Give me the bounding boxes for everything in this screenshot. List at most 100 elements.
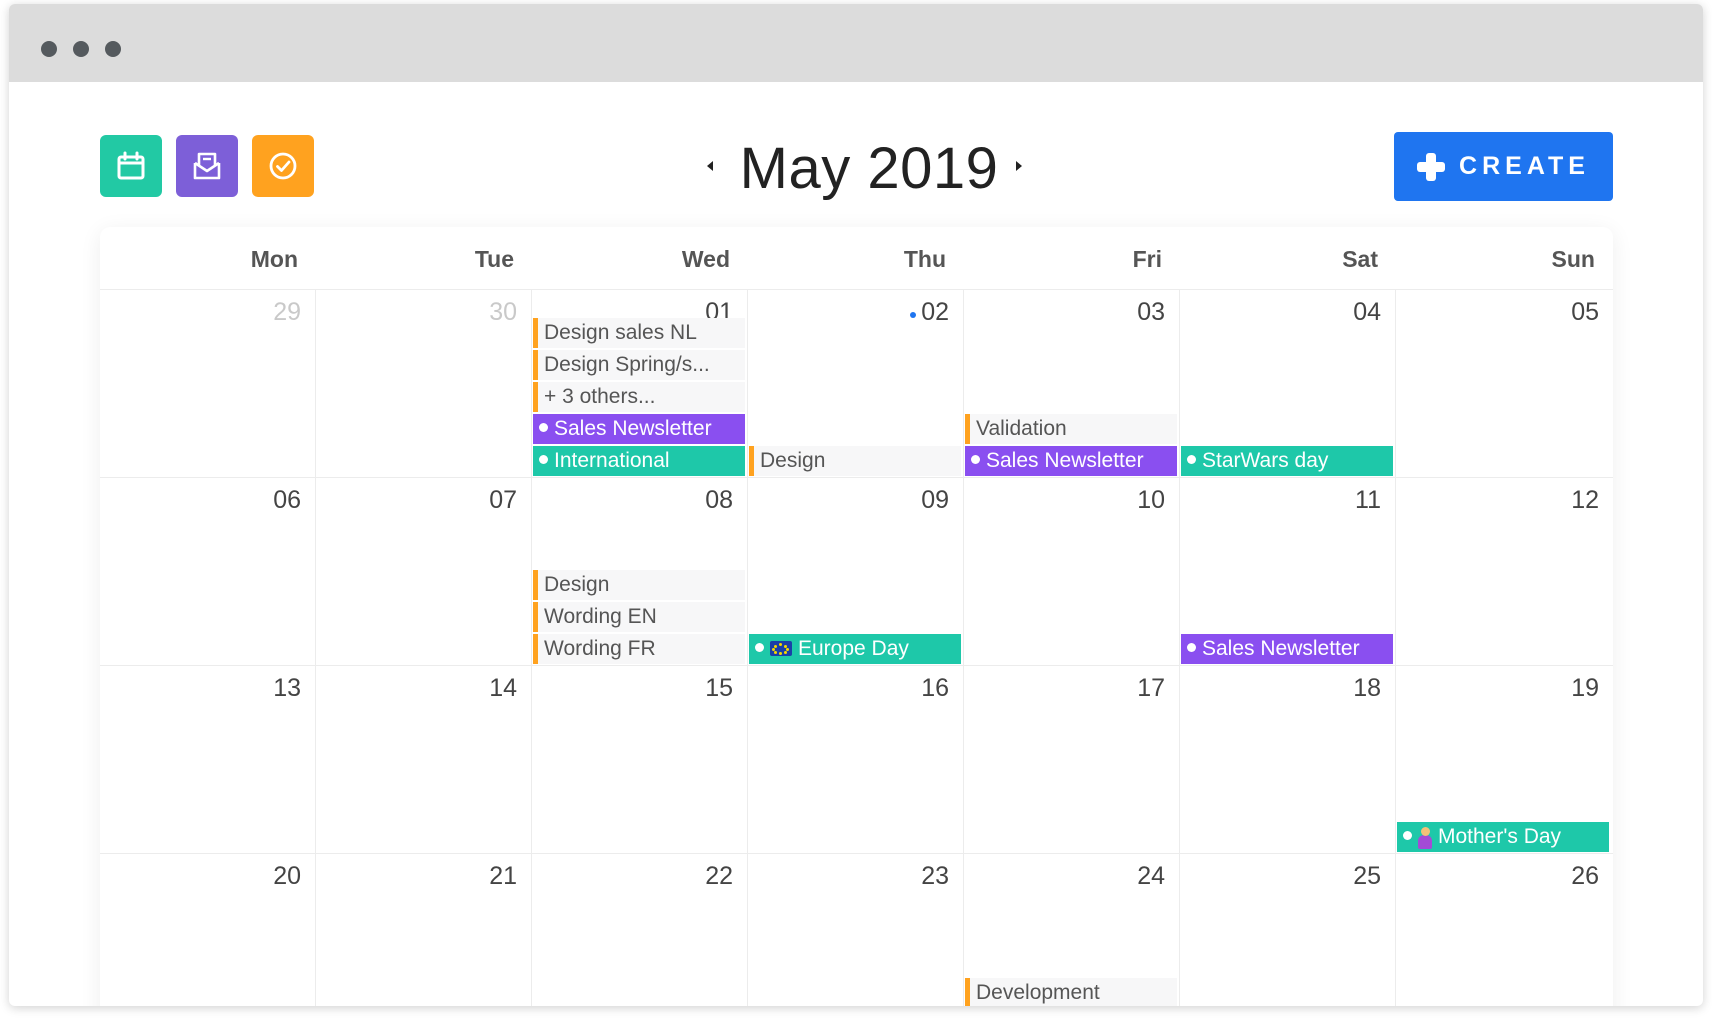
day-cell[interactable]: 24DevelopmentWording EN [964,854,1180,1006]
event-bullet-icon [971,454,980,464]
plus-icon [1417,152,1446,181]
create-button[interactable]: CREATE [1394,132,1613,201]
event-label: Design [544,573,610,596]
day-cell[interactable]: 23 [748,854,964,1006]
day-cell[interactable]: 08 Design Wording EN Wording FR [532,478,748,666]
window-maximize-dot[interactable] [105,41,121,57]
day-cell[interactable]: 17 [964,666,1180,854]
eu-flag-icon [770,640,792,656]
next-month-button[interactable] [1008,155,1030,177]
event-label: Design [760,449,826,472]
task-event[interactable]: Wording FR [533,634,745,664]
day-cell[interactable]: 14 [316,666,532,854]
day-number: 04 [1353,298,1381,326]
day-number: 03 [1137,298,1165,326]
calendar-event[interactable]: Europe Day [749,634,961,664]
day-number: 19 [1571,674,1599,702]
event-bullet-icon [539,454,548,464]
task-event[interactable]: Wording EN [533,602,745,632]
calendar-event[interactable]: International [533,446,745,476]
previous-month-button[interactable] [699,155,721,177]
day-cell[interactable]: 30 [316,290,532,478]
day-number: 14 [489,674,517,702]
day-number: 17 [1137,674,1165,702]
month-title: May 2019 [739,136,999,201]
day-cell[interactable]: 06 [100,478,316,666]
calendar-event[interactable]: Sales Newsletter [533,414,745,444]
day-cell[interactable]: 18 [1180,666,1396,854]
event-label: Validation [976,417,1067,440]
task-event[interactable]: Design [533,570,745,600]
day-cell[interactable]: 02 Design [748,290,964,478]
day-cell[interactable]: 21 [316,854,532,1006]
day-cell[interactable]: 13 [100,666,316,854]
day-cell[interactable]: 19 Mother's Day [1396,666,1613,854]
day-number: 24 [1137,862,1165,890]
event-label: + 3 others... [544,385,656,408]
window-titlebar [9,4,1703,82]
day-number: 26 [1571,862,1599,890]
day-number: 18 [1353,674,1381,702]
event-bullet-icon [755,642,764,652]
day-cell[interactable]: 29 [100,290,316,478]
task-event[interactable]: Development [965,978,1177,1006]
newsletter-icon [193,152,221,180]
caret-left-icon [707,161,713,171]
weekday-label: Wed [681,246,730,272]
day-number: 21 [489,862,517,890]
task-event[interactable]: + 3 others... [533,382,745,412]
app-window: May 2019 CREATE Mon Tue Wed Thu Fri Sat Sun 29… [9,4,1703,1006]
day-cell[interactable]: 10 [964,478,1180,666]
day-cell[interactable]: 07 [316,478,532,666]
day-cell[interactable]: 12 [1396,478,1613,666]
calendar-event[interactable]: Sales Newsletter [1181,634,1393,664]
day-cell[interactable]: 25 [1180,854,1396,1006]
task-event[interactable]: Design [749,446,961,476]
weekday-label: Thu [903,246,946,272]
newsletter-view-button[interactable] [176,135,238,197]
weekday-label: Mon [250,246,298,272]
day-number: 20 [273,862,301,890]
weekday-label: Tue [474,246,514,272]
caret-right-icon [1016,161,1022,171]
day-cell[interactable]: 26 [1396,854,1613,1006]
day-cell[interactable]: 01 Design sales NL Design Spring/s... + 3 o… [532,290,748,478]
task-event[interactable]: Design Spring/s... [533,350,745,380]
day-number: 23 [921,862,949,890]
day-number: 06 [273,486,301,514]
event-label: Sales Newsletter [986,449,1144,472]
day-cell[interactable]: 04 StarWars day [1180,290,1396,478]
day-cell[interactable]: 03 Validation Sales Newsletter [964,290,1180,478]
calendar-event[interactable]: Mother's Day [1397,822,1609,852]
check-circle-icon [269,152,297,180]
day-cell[interactable]: 22 [532,854,748,1006]
day-cell[interactable]: 11 Sales Newsletter [1180,478,1396,666]
day-number: 29 [273,298,301,326]
task-event[interactable]: Validation [965,414,1177,444]
task-event[interactable]: Design sales NL [533,318,745,348]
window-minimize-dot[interactable] [73,41,89,57]
day-cell[interactable]: 16 [748,666,964,854]
window-close-dot[interactable] [41,41,57,57]
tasks-view-button[interactable] [252,135,314,197]
weekday-label: Sat [1342,246,1378,272]
day-cell[interactable]: 20 [100,854,316,1006]
day-number: 12 [1571,486,1599,514]
day-number: 30 [489,298,517,326]
day-cell[interactable]: 09 Europe Day [748,478,964,666]
event-label: Wording EN [544,605,657,628]
day-number: 02 [921,298,949,326]
calendar-event[interactable]: StarWars day [1181,446,1393,476]
weekday-header: Mon Tue Wed Thu Fri Sat Sun [100,227,1613,290]
calendar-event[interactable]: Sales Newsletter [965,446,1177,476]
calendar-view-button[interactable] [100,135,162,197]
event-bullet-icon [539,422,548,432]
day-number: 16 [921,674,949,702]
day-cell[interactable]: 15 [532,666,748,854]
event-label: Design Spring/s... [544,353,710,376]
event-bullet-icon [1187,454,1196,464]
event-label: Mother's Day [1438,825,1562,848]
day-cell[interactable]: 05 [1396,290,1613,478]
mother-icon [1418,827,1432,850]
event-bullet-icon [1403,830,1412,840]
